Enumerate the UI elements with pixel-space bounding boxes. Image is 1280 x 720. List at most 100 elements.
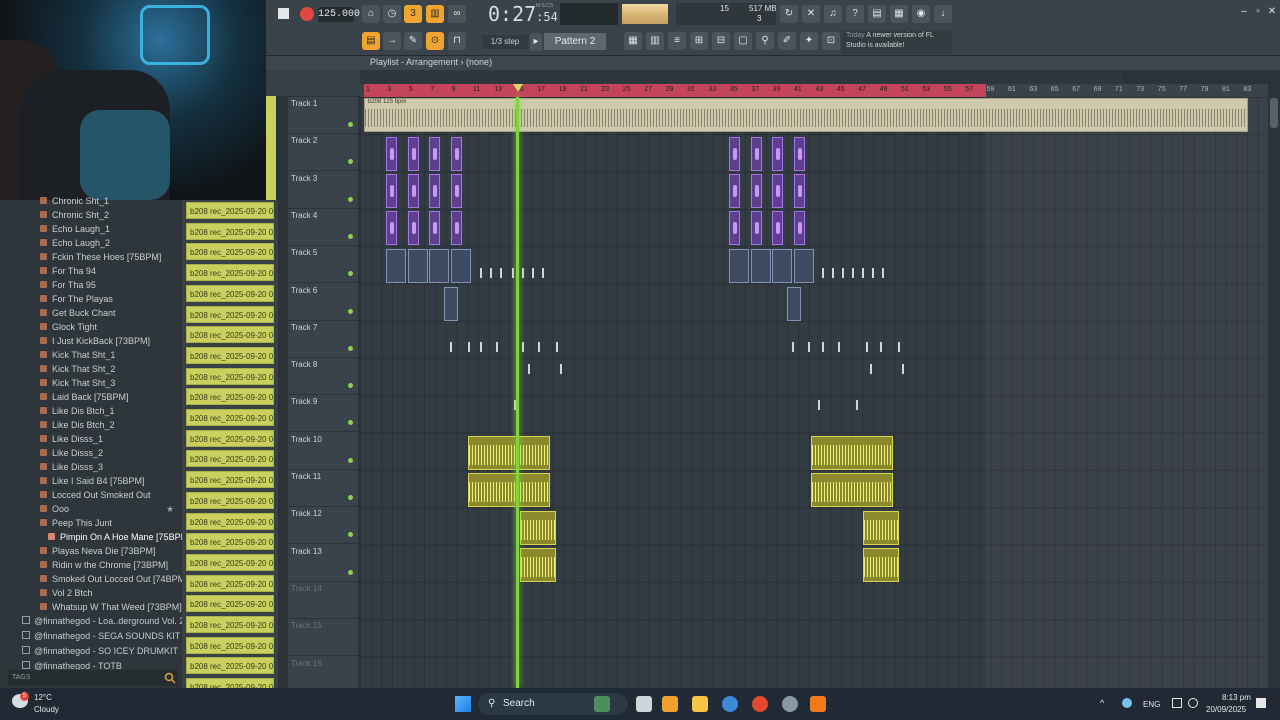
track-header[interactable]: Track 10	[288, 433, 358, 470]
track-header[interactable]: Track 15	[288, 619, 358, 657]
audio-clip-track1[interactable]: b208 125 bpm	[364, 98, 1248, 132]
clip-source-item[interactable]: b208 rec_2025-09-20 00...	[186, 657, 274, 675]
track-enable-icon[interactable]	[348, 345, 353, 351]
pattern-clip-blue[interactable]	[794, 249, 814, 283]
note-marker[interactable]	[818, 400, 820, 410]
browser-item[interactable]: Kick That Sht_1	[40, 348, 115, 362]
arrow-icon[interactable]: →	[383, 32, 401, 50]
file-icon[interactable]: ▢	[734, 32, 752, 50]
track-enable-icon[interactable]	[348, 569, 353, 575]
track-enable-icon[interactable]	[348, 159, 353, 165]
clock-date[interactable]: 20/09/2025	[1206, 705, 1246, 714]
pattern-clip-purple[interactable]	[772, 137, 783, 171]
pattern-clip-purple[interactable]	[794, 174, 805, 208]
note-marker[interactable]	[852, 268, 854, 278]
track-enable-icon[interactable]	[348, 420, 353, 426]
note-marker[interactable]	[512, 268, 514, 278]
clip-source-item[interactable]: b208 rec_2025-09-20 00...	[186, 636, 274, 654]
playhead[interactable]	[516, 97, 519, 688]
pattern-clip-purple[interactable]	[408, 174, 419, 208]
search-icon[interactable]	[164, 672, 176, 684]
clip-source-item[interactable]: b208 rec_2025-09-20 00...	[186, 471, 274, 489]
chevron-up-icon[interactable]: ^	[1100, 698, 1110, 708]
browser-icon[interactable]: ⊟	[712, 32, 730, 50]
playlist-icon[interactable]: ▤	[362, 32, 380, 50]
note-marker[interactable]	[856, 400, 858, 410]
clip-source-item[interactable]: b208 rec_2025-09-20 00...	[186, 367, 274, 385]
browser-item[interactable]: Like Dis Btch_2	[40, 418, 115, 432]
clip-source-item[interactable]: b208 rec_2025-09-20 00...	[186, 284, 274, 302]
minimize-icon[interactable]: –	[1238, 6, 1250, 18]
news-panel[interactable]: Today A newer version of FL Studio is av…	[842, 30, 952, 54]
track-enable-icon[interactable]	[348, 196, 353, 202]
note-marker[interactable]	[822, 268, 824, 278]
pattern-clip-purple[interactable]	[386, 211, 397, 245]
browser-item[interactable]: Glock Tight	[40, 320, 97, 334]
scroll-thumb[interactable]	[1270, 98, 1278, 128]
save-icon[interactable]: ▤	[868, 5, 886, 23]
notification-icon[interactable]	[1256, 698, 1266, 708]
tags-bar[interactable]	[8, 670, 178, 686]
brush-icon[interactable]: ✐	[778, 32, 796, 50]
fl-studio-icon[interactable]	[662, 696, 678, 712]
pattern-clip-blue[interactable]	[729, 249, 749, 283]
pattern-clip-purple[interactable]	[794, 137, 805, 171]
clip-source-item[interactable]: b208 rec_2025-09-20 00...	[186, 409, 274, 426]
pattern-clip-blue[interactable]	[408, 249, 428, 283]
pattern-clip-chops[interactable]	[863, 511, 899, 545]
clip-source-item[interactable]: b208 rec_2025-09-20 00...	[186, 429, 274, 447]
browser-item[interactable]: Playas Neva Die [73BPM]	[40, 544, 156, 558]
pattern-clip-purple[interactable]	[451, 137, 462, 171]
browser-item[interactable]: Laid Back [75BPM]	[40, 390, 129, 404]
clip-source-item[interactable]: b208 rec_2025-09-20 00...	[186, 222, 274, 240]
star-icon[interactable]: ★	[166, 504, 174, 515]
record-button[interactable]	[300, 7, 314, 21]
browser-item[interactable]: Vol 2 Btch	[40, 586, 93, 600]
magnet-icon[interactable]: ⊓	[448, 32, 466, 50]
browser-item[interactable]: Chronic Sht_2	[40, 208, 109, 222]
plug-icon[interactable]: ⚲	[756, 32, 774, 50]
pattern-clip-purple[interactable]	[772, 211, 783, 245]
pattern-clip-vocal[interactable]	[468, 436, 550, 470]
browser-item[interactable]: I Just KickBack [73BPM]	[40, 334, 150, 348]
browser-item[interactable]: Ridin w the Chrome [73BPM]	[40, 558, 168, 572]
playlist-overview[interactable]	[360, 70, 1122, 84]
snap-icon[interactable]: ⊙	[426, 32, 444, 50]
file-explorer-icon[interactable]	[692, 696, 708, 712]
pattern-clip-vocal[interactable]	[811, 473, 893, 507]
track-enable-icon[interactable]	[348, 122, 353, 127]
pattern-clip-purple[interactable]	[729, 211, 740, 245]
browser-item[interactable]: Like Disss_3	[40, 460, 103, 474]
stop-button[interactable]	[278, 8, 289, 19]
pattern-clip-blue[interactable]	[787, 287, 801, 321]
channel-rack-icon[interactable]: ▥	[646, 32, 664, 50]
note-marker[interactable]	[560, 364, 562, 374]
browser-pack[interactable]: @finnathegod - SEGA SOUNDS KIT	[22, 629, 180, 643]
pattern-clip-vocal[interactable]	[811, 436, 893, 470]
track-enable-icon[interactable]	[348, 271, 353, 277]
browser-item[interactable]: Fckin These Hoes [75BPM]	[40, 250, 161, 264]
maximize-icon[interactable]: ▫	[1252, 6, 1264, 18]
playlist-pattern-ref[interactable]: (none)	[466, 57, 492, 67]
snap-step-select[interactable]: 1/3 step	[482, 35, 528, 49]
track-header[interactable]: Track 2	[288, 134, 358, 172]
windows-start-icon[interactable]	[455, 696, 471, 712]
note-marker[interactable]	[880, 342, 882, 352]
loop-record-icon[interactable]: ∞	[448, 5, 466, 23]
note-marker[interactable]	[862, 268, 864, 278]
pattern-clip-vocal[interactable]	[468, 473, 550, 507]
note-marker[interactable]	[898, 342, 900, 352]
browser-item[interactable]: Ooo	[40, 502, 69, 516]
pattern-clip-blue[interactable]	[386, 249, 406, 283]
note-marker[interactable]	[522, 342, 524, 352]
browser-item[interactable]: Like I Said B4 [75BPM]	[40, 474, 145, 488]
clip-source-item[interactable]: b208 rec_2025-09-20 00...	[186, 450, 274, 468]
browser-item[interactable]: For Tha 94	[40, 264, 96, 278]
note-marker[interactable]	[808, 342, 810, 352]
vertical-scrollbar[interactable]	[1268, 84, 1280, 688]
wait-input-icon[interactable]: ◷	[383, 5, 401, 23]
browser-item[interactable]: Echo Laugh_1	[40, 222, 110, 236]
clip-source-item[interactable]: b208 rec_2025-09-20 00...	[186, 616, 274, 633]
note-marker[interactable]	[556, 342, 558, 352]
note-marker[interactable]	[832, 268, 834, 278]
